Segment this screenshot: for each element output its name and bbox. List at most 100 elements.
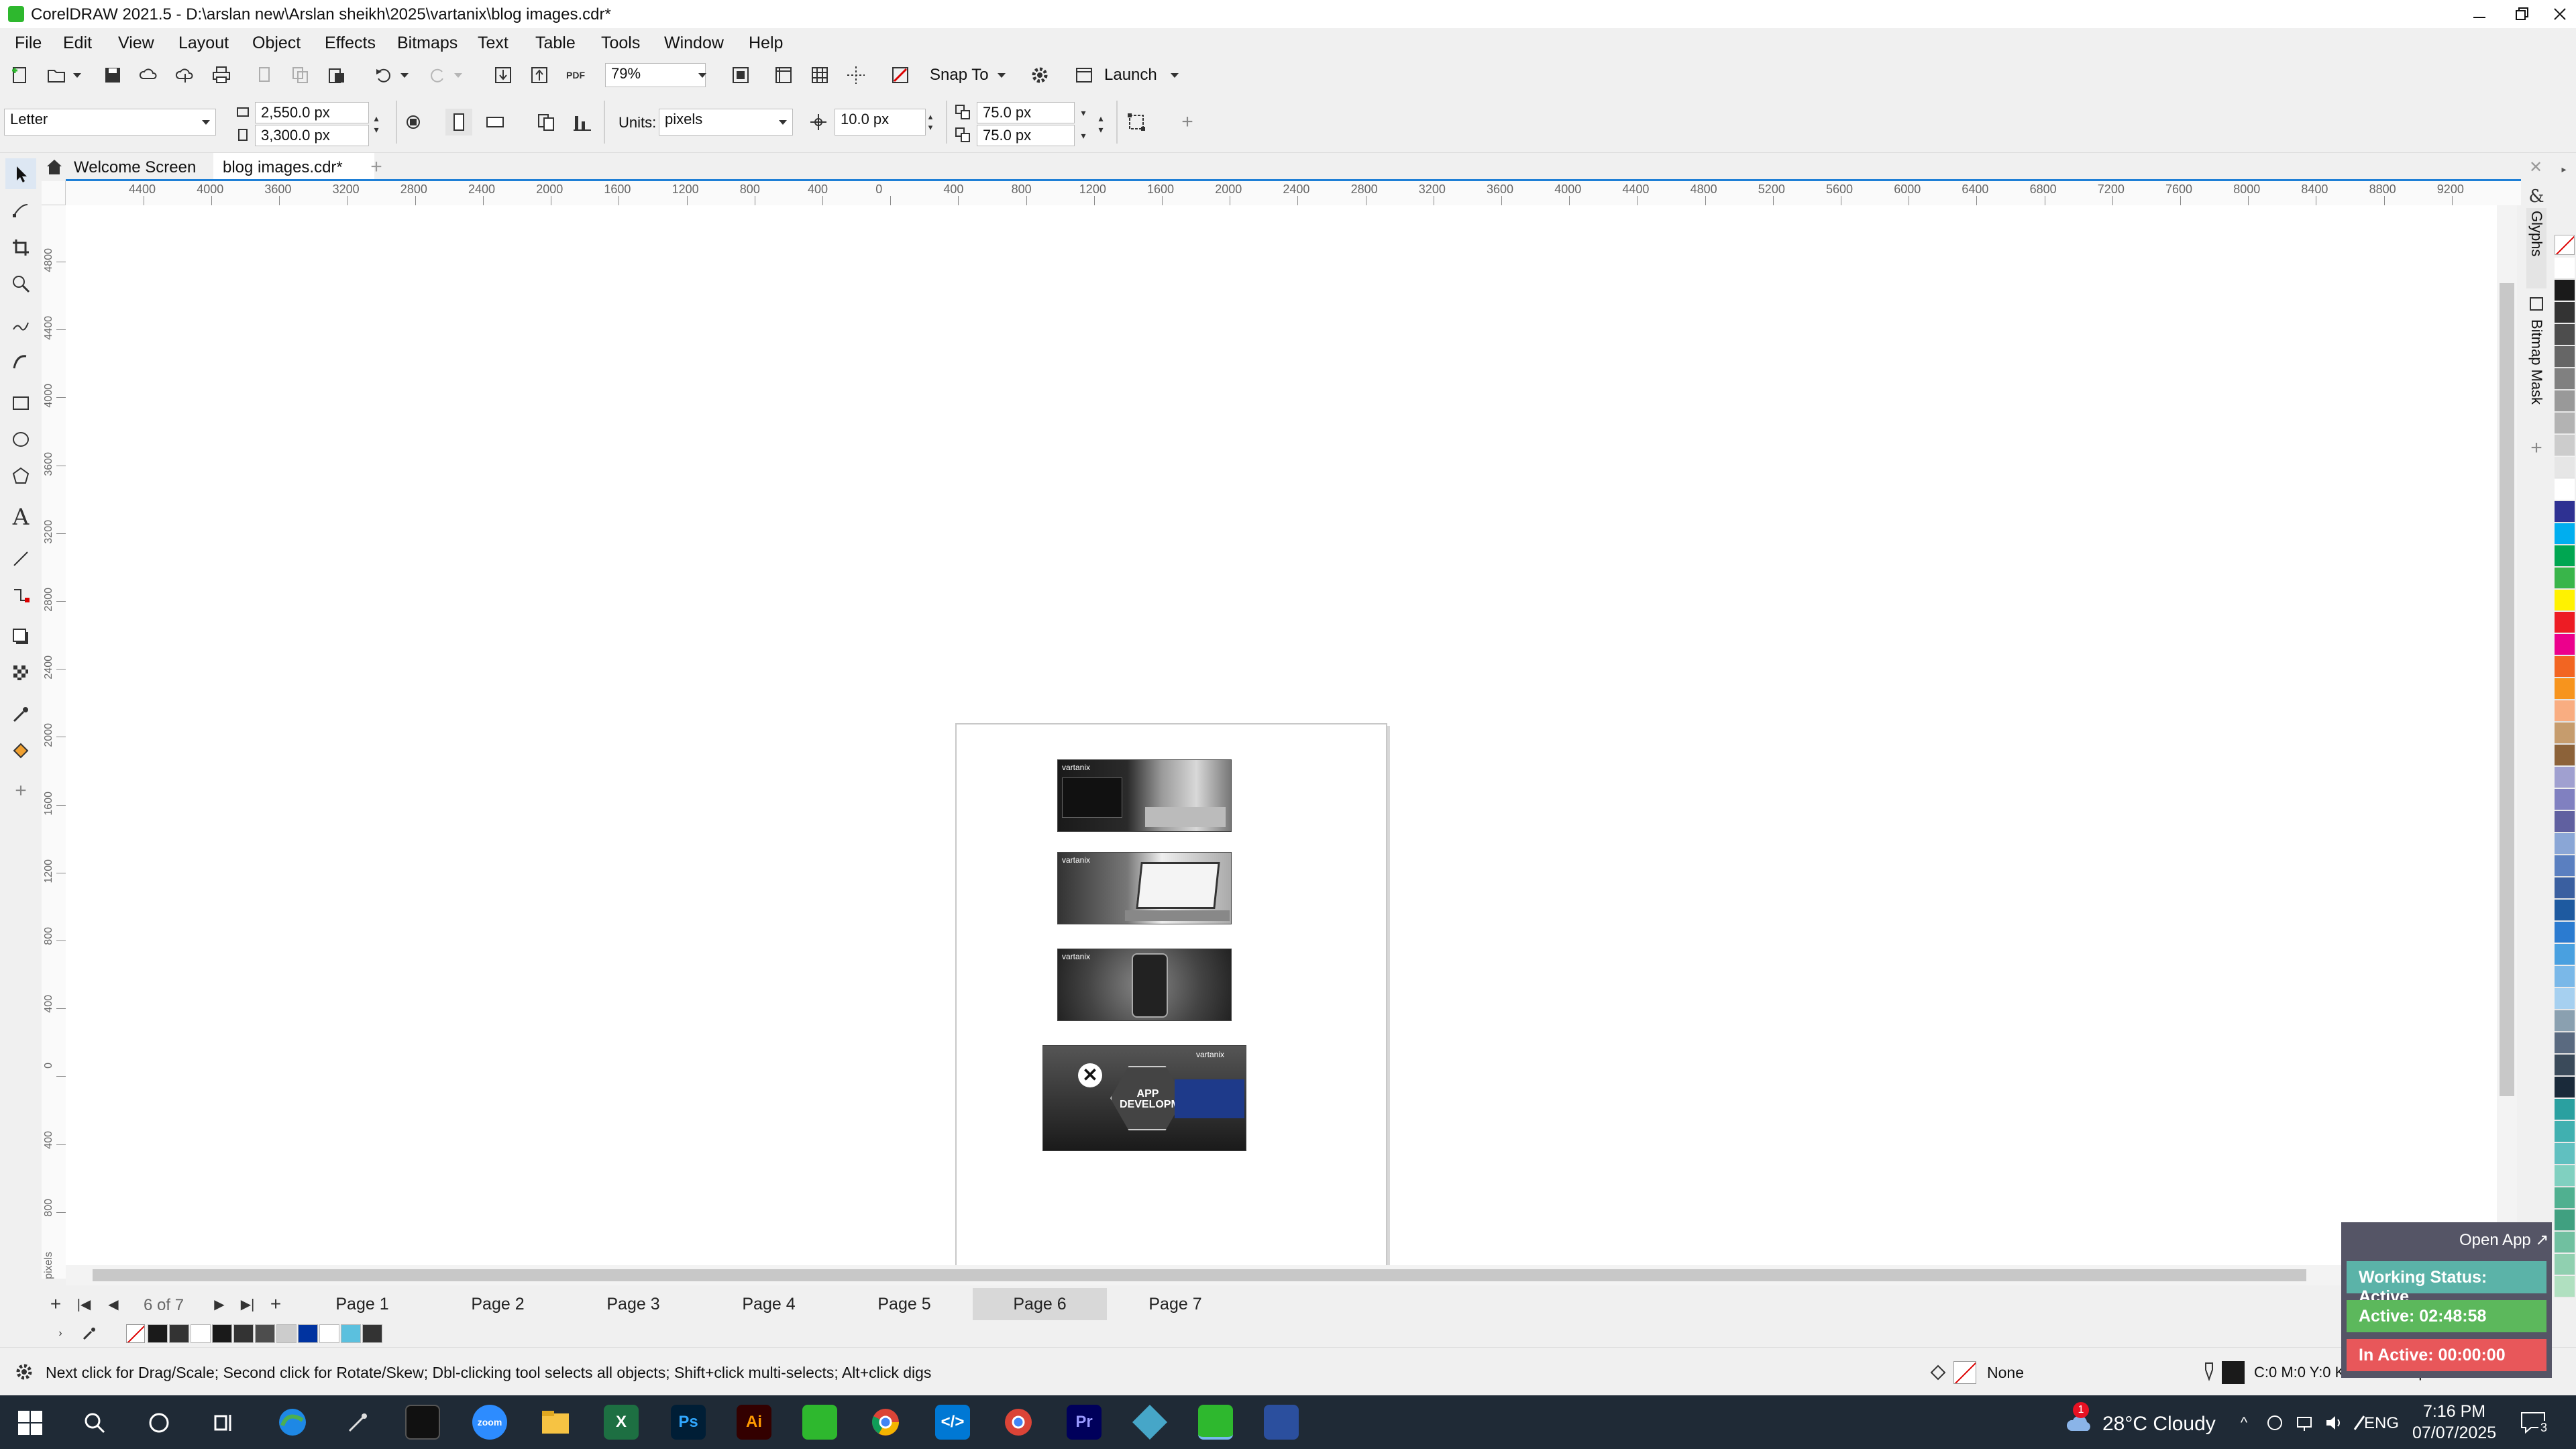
page-size-dropdown-icon[interactable] — [199, 111, 213, 133]
palette-scroll-up-icon[interactable]: ▸ — [2555, 164, 2573, 184]
open-app-link[interactable]: Open App ↗ — [2459, 1230, 2549, 1250]
crop-tool-icon[interactable] — [5, 232, 36, 263]
palette-swatch[interactable] — [2555, 745, 2575, 766]
connector-tool-icon[interactable] — [5, 580, 36, 610]
input-language[interactable]: ENG — [2364, 1414, 2399, 1433]
units-dropdown-icon[interactable] — [775, 111, 790, 133]
drawing-canvas[interactable]: vartanix vartanix vartanix vartanix APP … — [66, 205, 2501, 1283]
palette-swatch[interactable] — [2555, 1077, 2575, 1098]
palette-swatch[interactable] — [2555, 922, 2575, 943]
no-color-swatch[interactable] — [126, 1324, 145, 1343]
menu-text[interactable]: Text — [478, 34, 508, 53]
page-width-field[interactable]: 2,550.0 px — [255, 102, 369, 123]
docker-close-icon[interactable]: ✕ — [2524, 157, 2548, 177]
palette-swatch[interactable] — [2555, 833, 2575, 855]
palette-swatch[interactable] — [2555, 435, 2575, 456]
page-tab-6[interactable]: Page 6 — [973, 1288, 1107, 1320]
launch-dropdown-icon[interactable] — [1167, 64, 1182, 86]
volume-icon[interactable] — [2322, 1411, 2345, 1434]
palette-eyedropper-icon[interactable] — [79, 1324, 99, 1343]
glyphs-docker-tab[interactable]: Glyphs — [2526, 208, 2546, 288]
tray-app-icon[interactable] — [2263, 1411, 2286, 1434]
zoom-dropdown-icon[interactable] — [695, 64, 710, 86]
zoom-tool-icon[interactable] — [5, 268, 36, 299]
palette-swatch[interactable] — [2555, 1276, 2575, 1297]
page-tab-3[interactable]: Page 3 — [566, 1288, 700, 1320]
cloud-open-icon[interactable] — [136, 62, 162, 89]
palette-swatch[interactable] — [2555, 966, 2575, 987]
palette-swatch[interactable] — [2555, 280, 2575, 301]
units-select[interactable]: pixels — [659, 109, 793, 136]
clock-date[interactable]: 07/07/2025 — [2412, 1424, 2496, 1443]
vscode-icon[interactable]: </> — [935, 1405, 970, 1440]
clock-time[interactable]: 7:16 PM — [2423, 1402, 2485, 1421]
new-tab-icon[interactable]: + — [365, 156, 388, 178]
palette-swatch[interactable] — [2555, 1010, 2575, 1032]
vertical-scrollbar[interactable] — [2497, 205, 2517, 1265]
tab-document[interactable]: blog images.cdr* — [213, 153, 374, 181]
palette-swatch[interactable] — [2555, 568, 2575, 589]
palette-expand-icon[interactable]: › — [54, 1324, 67, 1343]
palette-swatch[interactable] — [2555, 700, 2575, 722]
last-page-icon[interactable]: ▶| — [237, 1293, 258, 1315]
illustrator-icon[interactable]: Ai — [737, 1405, 771, 1440]
document-swatch[interactable] — [255, 1324, 275, 1343]
palette-swatch[interactable] — [2555, 612, 2575, 633]
add-page-after-icon[interactable]: + — [266, 1293, 286, 1315]
palette-swatch[interactable] — [2555, 855, 2575, 877]
document-swatch[interactable] — [169, 1324, 189, 1343]
show-guidelines-icon[interactable] — [843, 62, 869, 89]
palette-swatch[interactable] — [2555, 1187, 2575, 1209]
palette-swatch[interactable] — [2555, 523, 2575, 545]
nudge-distance-field[interactable]: 10.0 px — [835, 109, 926, 136]
palette-swatch[interactable] — [2555, 789, 2575, 810]
pen-tool-icon[interactable] — [342, 1407, 373, 1438]
menu-layout[interactable]: Layout — [178, 34, 229, 53]
palette-swatch[interactable] — [2555, 258, 2575, 279]
premiere-pro-icon[interactable]: Pr — [1067, 1405, 1102, 1440]
vertical-scroll-thumb[interactable] — [2500, 283, 2514, 1096]
cortana-icon[interactable] — [144, 1407, 174, 1438]
palette-swatch[interactable] — [2555, 634, 2575, 655]
document-swatch[interactable] — [276, 1324, 297, 1343]
zoom-level-field[interactable]: 79% — [605, 63, 706, 87]
palette-swatch[interactable] — [2555, 324, 2575, 345]
page-height-field[interactable]: 3,300.0 px — [255, 125, 369, 146]
page-tab-7[interactable]: Page 7 — [1108, 1288, 1242, 1320]
blog-image-2[interactable]: vartanix — [1057, 852, 1232, 924]
menu-tools[interactable]: Tools — [601, 34, 640, 53]
palette-swatch[interactable] — [2555, 678, 2575, 700]
bitmap-mask-icon[interactable] — [2526, 294, 2546, 314]
blog-image-4[interactable]: vartanix APP DEVELOPMENT ✕ — [1042, 1045, 1246, 1151]
palette-swatch[interactable] — [2555, 590, 2575, 611]
freehand-tool-icon[interactable] — [5, 310, 36, 341]
landscape-icon[interactable] — [482, 109, 508, 136]
document-swatch[interactable] — [148, 1324, 168, 1343]
transparency-tool-icon[interactable] — [5, 657, 36, 688]
export-pdf-icon[interactable]: PDF — [562, 62, 589, 89]
duplicate-x-spinner-icon[interactable]: ▾ — [1076, 102, 1091, 123]
palette-swatch[interactable] — [2555, 1055, 2575, 1076]
weather-text[interactable]: 28°C Cloudy — [2102, 1413, 2216, 1436]
coreldraw-taskbar-icon[interactable] — [802, 1405, 837, 1440]
tray-overflow-icon[interactable]: ^ — [2233, 1411, 2255, 1434]
first-page-icon[interactable]: |◀ — [74, 1293, 94, 1315]
page-size-select[interactable]: Letter — [4, 109, 216, 136]
palette-swatch[interactable] — [2555, 722, 2575, 744]
document-swatch[interactable] — [298, 1324, 318, 1343]
show-grid-icon[interactable] — [806, 62, 833, 89]
palette-swatch[interactable] — [2555, 877, 2575, 899]
chrome-profile-icon[interactable] — [1001, 1405, 1036, 1440]
palette-swatch[interactable] — [2555, 1143, 2575, 1165]
menu-edit[interactable]: Edit — [63, 34, 92, 53]
glyphs-icon[interactable]: & — [2526, 186, 2546, 207]
snap-to-dropdown-icon[interactable] — [994, 64, 1009, 86]
palette-swatch[interactable] — [2555, 656, 2575, 678]
open-icon[interactable] — [43, 62, 70, 89]
ellipse-tool-icon[interactable] — [5, 424, 36, 455]
next-page-icon[interactable]: ▶ — [209, 1293, 229, 1315]
page-tab-1[interactable]: Page 1 — [295, 1288, 429, 1320]
menu-bitmaps[interactable]: Bitmaps — [397, 34, 458, 53]
page-dimensions-spinner-icon[interactable]: ▴ ▾ — [369, 102, 384, 146]
rectangle-tool-icon[interactable] — [5, 388, 36, 419]
